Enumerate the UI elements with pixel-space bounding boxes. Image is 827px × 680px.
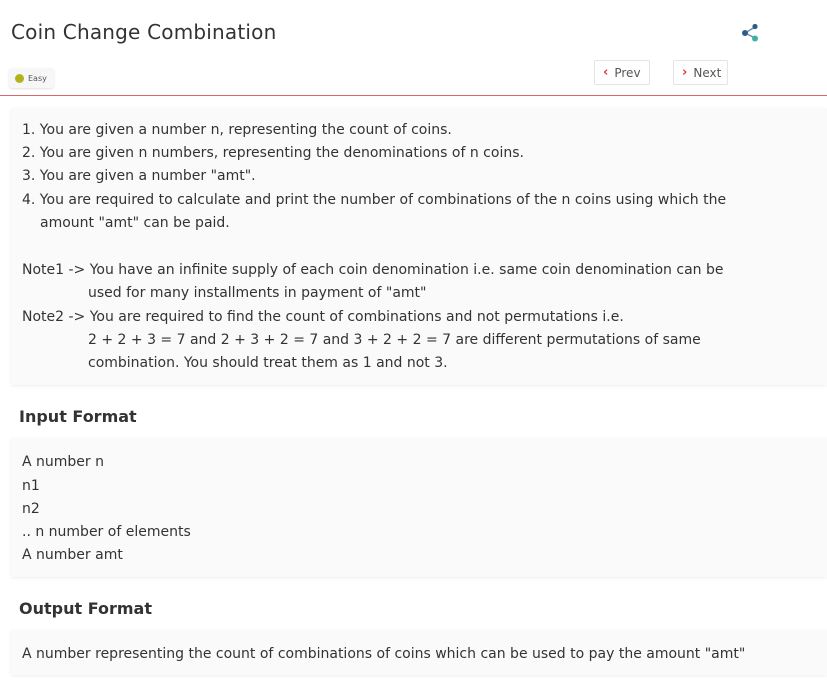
difficulty-dot-icon — [15, 73, 24, 83]
input-format-card — [11, 438, 827, 577]
note-line: combination. You should treat them as 1 … — [88, 355, 448, 371]
note-line: used for many installments in payment of… — [88, 285, 427, 301]
problem-line: 1. You are given a number n, representin… — [22, 122, 452, 138]
output-format-heading: Output Format — [19, 599, 152, 618]
input-line: A number n — [22, 454, 104, 470]
share-icon[interactable] — [740, 22, 762, 44]
header-divider — [0, 95, 827, 96]
next-button[interactable]: › Next — [673, 60, 728, 85]
difficulty-label: Easy — [28, 73, 47, 83]
input-line: A number amt — [22, 547, 123, 563]
chevron-left-icon: ‹ — [603, 65, 609, 80]
input-format-heading: Input Format — [19, 407, 137, 426]
note-line: Note1 -> You have an infinite supply of … — [22, 262, 724, 278]
chevron-right-icon: › — [682, 65, 688, 80]
problem-page: Coin Change Combination Easy ‹ Prev › Ne… — [0, 0, 827, 680]
prev-label: Prev — [614, 65, 641, 80]
prev-button[interactable]: ‹ Prev — [594, 60, 650, 85]
difficulty-badge: Easy — [9, 68, 54, 88]
output-line: A number representing the count of combi… — [22, 646, 746, 662]
input-line: n1 — [22, 478, 40, 494]
page-title: Coin Change Combination — [11, 20, 277, 44]
input-line: .. n number of elements — [22, 524, 191, 540]
next-label: Next — [693, 65, 722, 80]
problem-line: amount "amt" can be paid. — [40, 215, 230, 231]
note-line: 2 + 2 + 3 = 7 and 2 + 3 + 2 = 7 and 3 + … — [88, 332, 701, 348]
note-line: Note2 -> You are required to find the co… — [22, 309, 624, 325]
input-line: n2 — [22, 501, 40, 517]
problem-line: 3. You are given a number "amt". — [22, 168, 256, 184]
problem-line: 2. You are given n numbers, representing… — [22, 145, 524, 161]
problem-line: 4. You are required to calculate and pri… — [22, 192, 727, 208]
